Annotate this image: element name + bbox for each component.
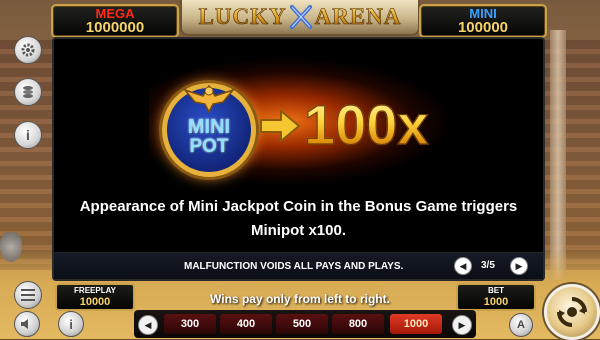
triangle-left-icon: ◀ [459, 260, 467, 271]
malfunction-notice: MALFUNCTION VOIDS ALL PAYS AND PLAYS. [184, 261, 404, 272]
helmet-decoration [0, 232, 22, 262]
eagle-icon [182, 84, 236, 114]
rules-button[interactable]: i [58, 311, 84, 337]
bet-display: BET 1000 [456, 283, 536, 311]
autoplay-label: A [517, 319, 525, 331]
settings-button[interactable] [14, 36, 42, 64]
mega-jackpot-value: 1000000 [85, 19, 145, 36]
coin-text-line1: MINI [187, 116, 231, 138]
sound-button[interactable] [14, 311, 40, 337]
coin-text-line2: POT [189, 136, 229, 157]
mini-pot-coin: MINI POT [162, 83, 256, 177]
bet-option[interactable]: 800 [332, 314, 384, 334]
description-line2: Minipot x100. [250, 222, 347, 239]
gear-icon [21, 43, 35, 57]
bet-label: BET [488, 286, 504, 295]
paytable-button[interactable] [14, 78, 42, 106]
arrow-right-icon [260, 110, 300, 142]
spin-button[interactable] [544, 284, 600, 340]
info-description: Appearance of Mini Jackpot Coin in the B… [54, 195, 543, 243]
triangle-right-icon: ▶ [515, 260, 523, 271]
notice-bar: MALFUNCTION VOIDS ALL PAYS AND PLAYS. ◀ … [54, 252, 543, 279]
autoplay-button[interactable]: A [509, 313, 533, 337]
next-page-button[interactable]: ▶ [510, 257, 528, 275]
bet-option[interactable]: 500 [276, 314, 328, 334]
speaker-icon [21, 319, 28, 329]
mini-jackpot: MINI 100000 [419, 4, 547, 38]
bet-increase-button[interactable]: ▶ [452, 315, 472, 335]
prev-page-button[interactable]: ◀ [454, 257, 472, 275]
triangle-right-icon: ▶ [458, 319, 466, 330]
info-icon: i [26, 127, 30, 143]
bet-option-selected[interactable]: 1000 [390, 314, 442, 334]
coins-icon [23, 86, 33, 98]
bet-selector: ◀ 300 400 500 800 1000 ▶ [134, 310, 476, 338]
info-panel: MINI POT 100x Appearance of Mini Jackpot… [52, 37, 545, 281]
crossed-swords-icon [289, 5, 312, 29]
bet-option[interactable]: 400 [220, 314, 272, 334]
mega-jackpot: MEGA 1000000 [51, 4, 179, 38]
spin-arrows-icon [557, 297, 587, 327]
info-button[interactable]: i [14, 121, 42, 149]
logo-word-right: ARENA [314, 4, 402, 30]
description-line1: Appearance of Mini Jackpot Coin in the B… [79, 198, 518, 215]
bet-option[interactable]: 300 [164, 314, 216, 334]
game-logo: LUCKY ARENA [180, 0, 420, 36]
bet-value: 1000 [483, 296, 509, 308]
triangle-left-icon: ◀ [144, 319, 152, 330]
arena-column [550, 30, 566, 280]
multiplier-text: 100x [303, 92, 429, 156]
mini-jackpot-value: 100000 [457, 19, 509, 36]
page-indicator: 3/5 [481, 260, 495, 271]
logo-word-left: LUCKY [198, 4, 287, 30]
info-icon: i [69, 316, 73, 332]
bet-decrease-button[interactable]: ◀ [138, 315, 158, 335]
